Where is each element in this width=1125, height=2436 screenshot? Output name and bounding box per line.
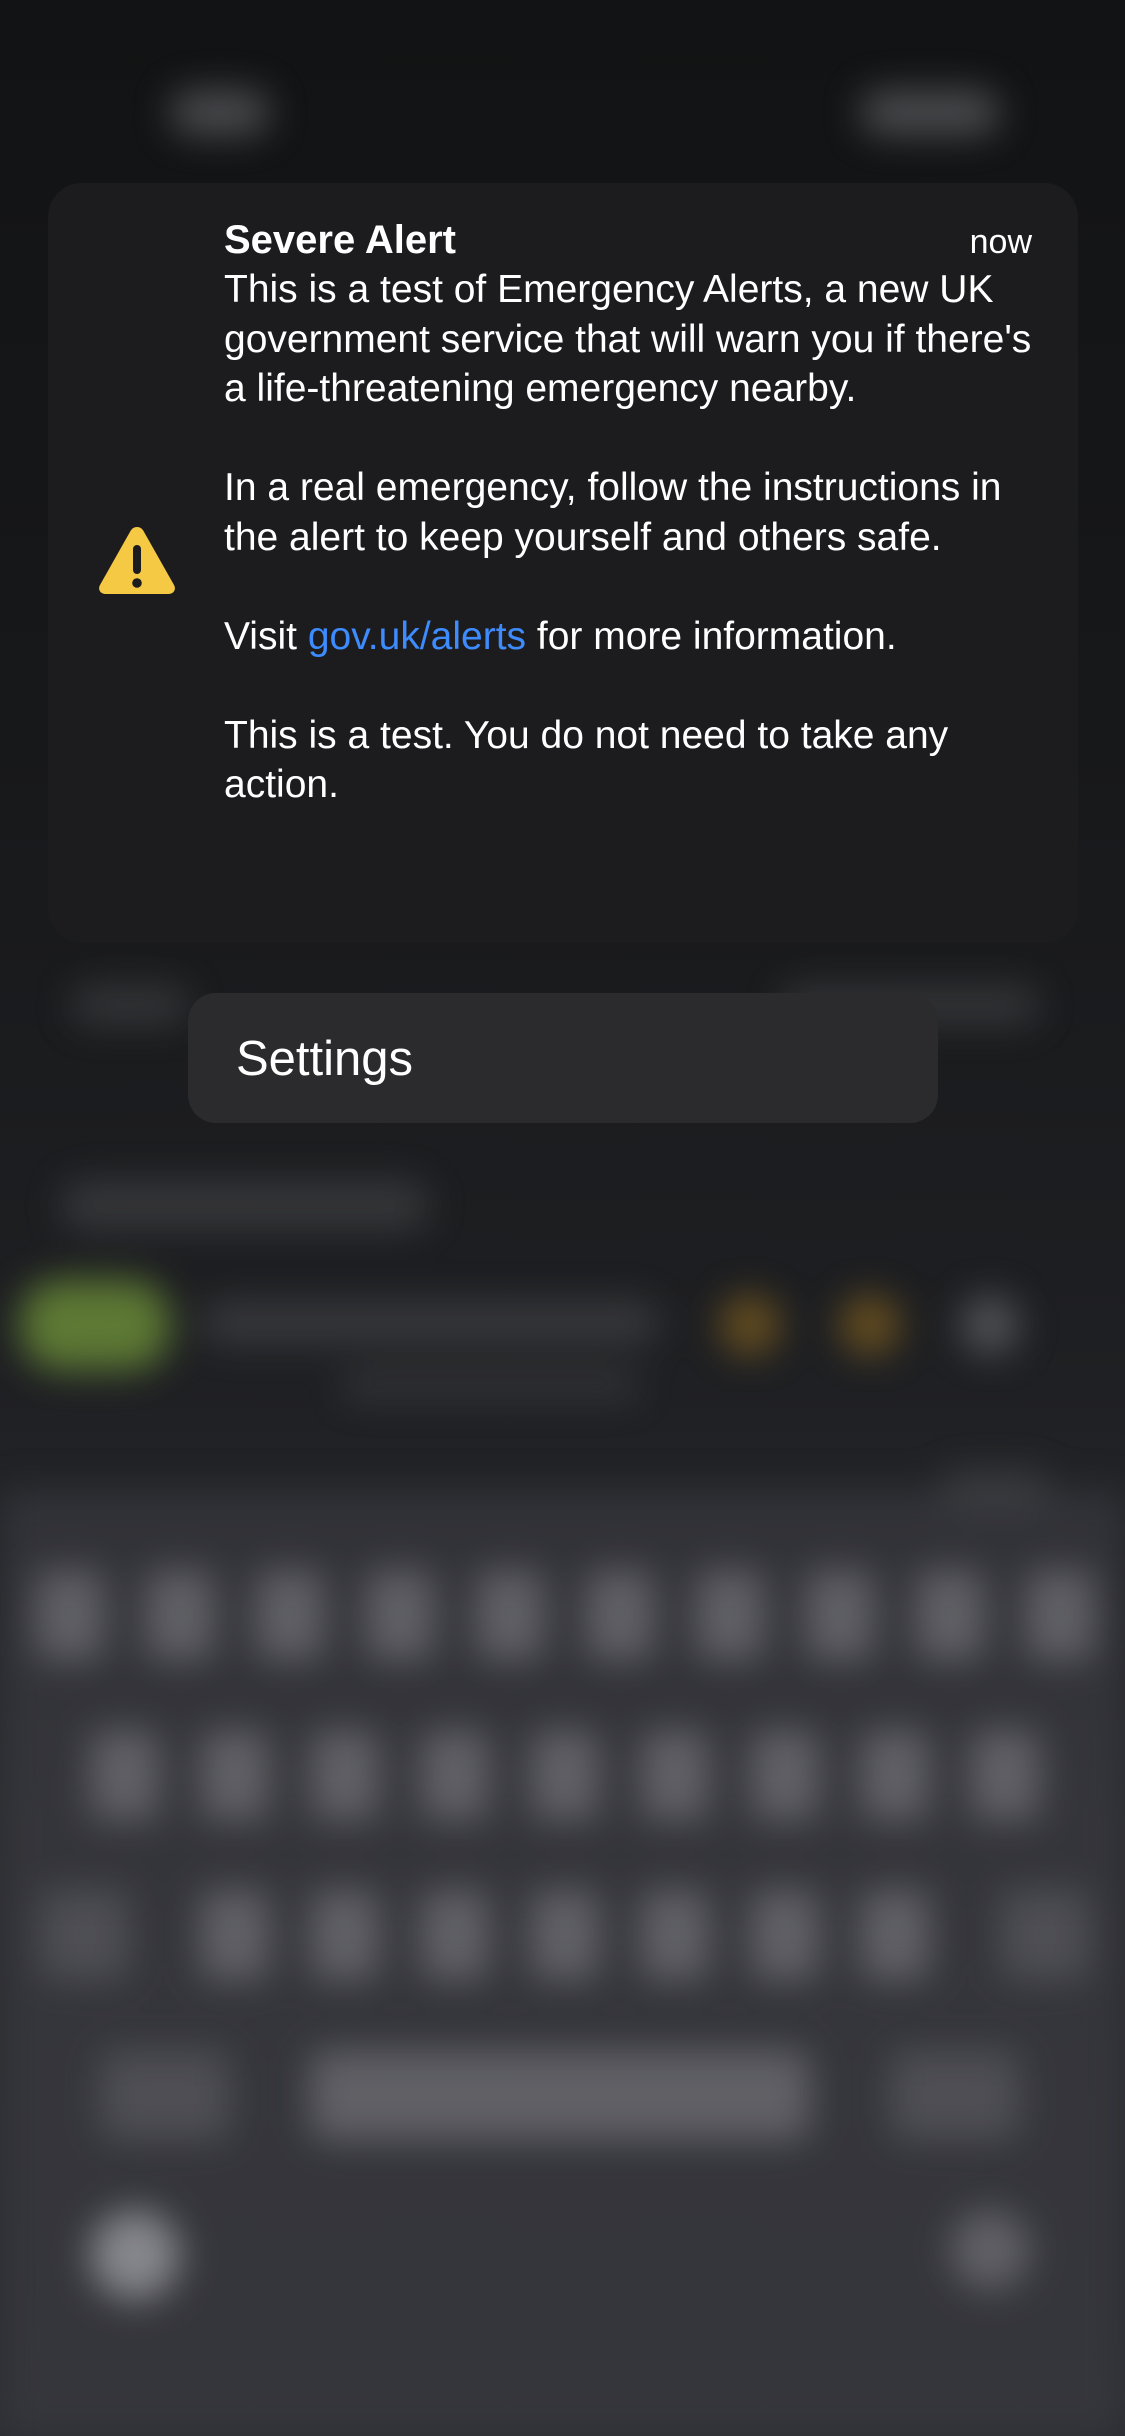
alert-paragraph-test: This is a test. You do not need to take … <box>224 713 949 807</box>
notification-content: Severe Alert This is a test of Emergency… <box>224 215 1034 810</box>
emergency-alert-notification[interactable]: now Severe Alert This is a test of Emerg… <box>48 183 1078 943</box>
visit-text: Visit <box>224 614 308 658</box>
blurred-dot-2 <box>840 1295 900 1355</box>
blurred-avatar <box>20 1280 170 1370</box>
alerts-link[interactable]: gov.uk/alerts <box>308 615 526 658</box>
warning-icon <box>99 527 175 594</box>
alert-paragraph-visit: Visit gov.uk/alerts for more information… <box>224 612 1034 662</box>
more-info-text: for more information. <box>526 614 897 658</box>
blurred-text-1 <box>200 1300 660 1345</box>
blurred-text-2 <box>340 1370 640 1400</box>
blurred-status-left <box>170 90 270 135</box>
alert-paragraph-instructions: In a real emergency, follow the instruct… <box>224 466 1002 559</box>
blurred-keyboard <box>0 1490 1125 2436</box>
alert-paragraph-intro: This is a test of Emergency Alerts, a ne… <box>224 268 1032 410</box>
blurred-status-right <box>860 90 1000 135</box>
blurred-dot-3 <box>960 1295 1020 1355</box>
blurred-heading <box>60 1180 430 1230</box>
blurred-row-1 <box>70 985 190 1025</box>
lock-screen: now Severe Alert This is a test of Emerg… <box>0 0 1125 2436</box>
settings-label: Settings <box>236 1032 414 1086</box>
notification-title: Severe Alert <box>224 218 456 262</box>
settings-menu-item[interactable]: Settings <box>188 993 938 1123</box>
blurred-dot-1 <box>720 1295 780 1355</box>
